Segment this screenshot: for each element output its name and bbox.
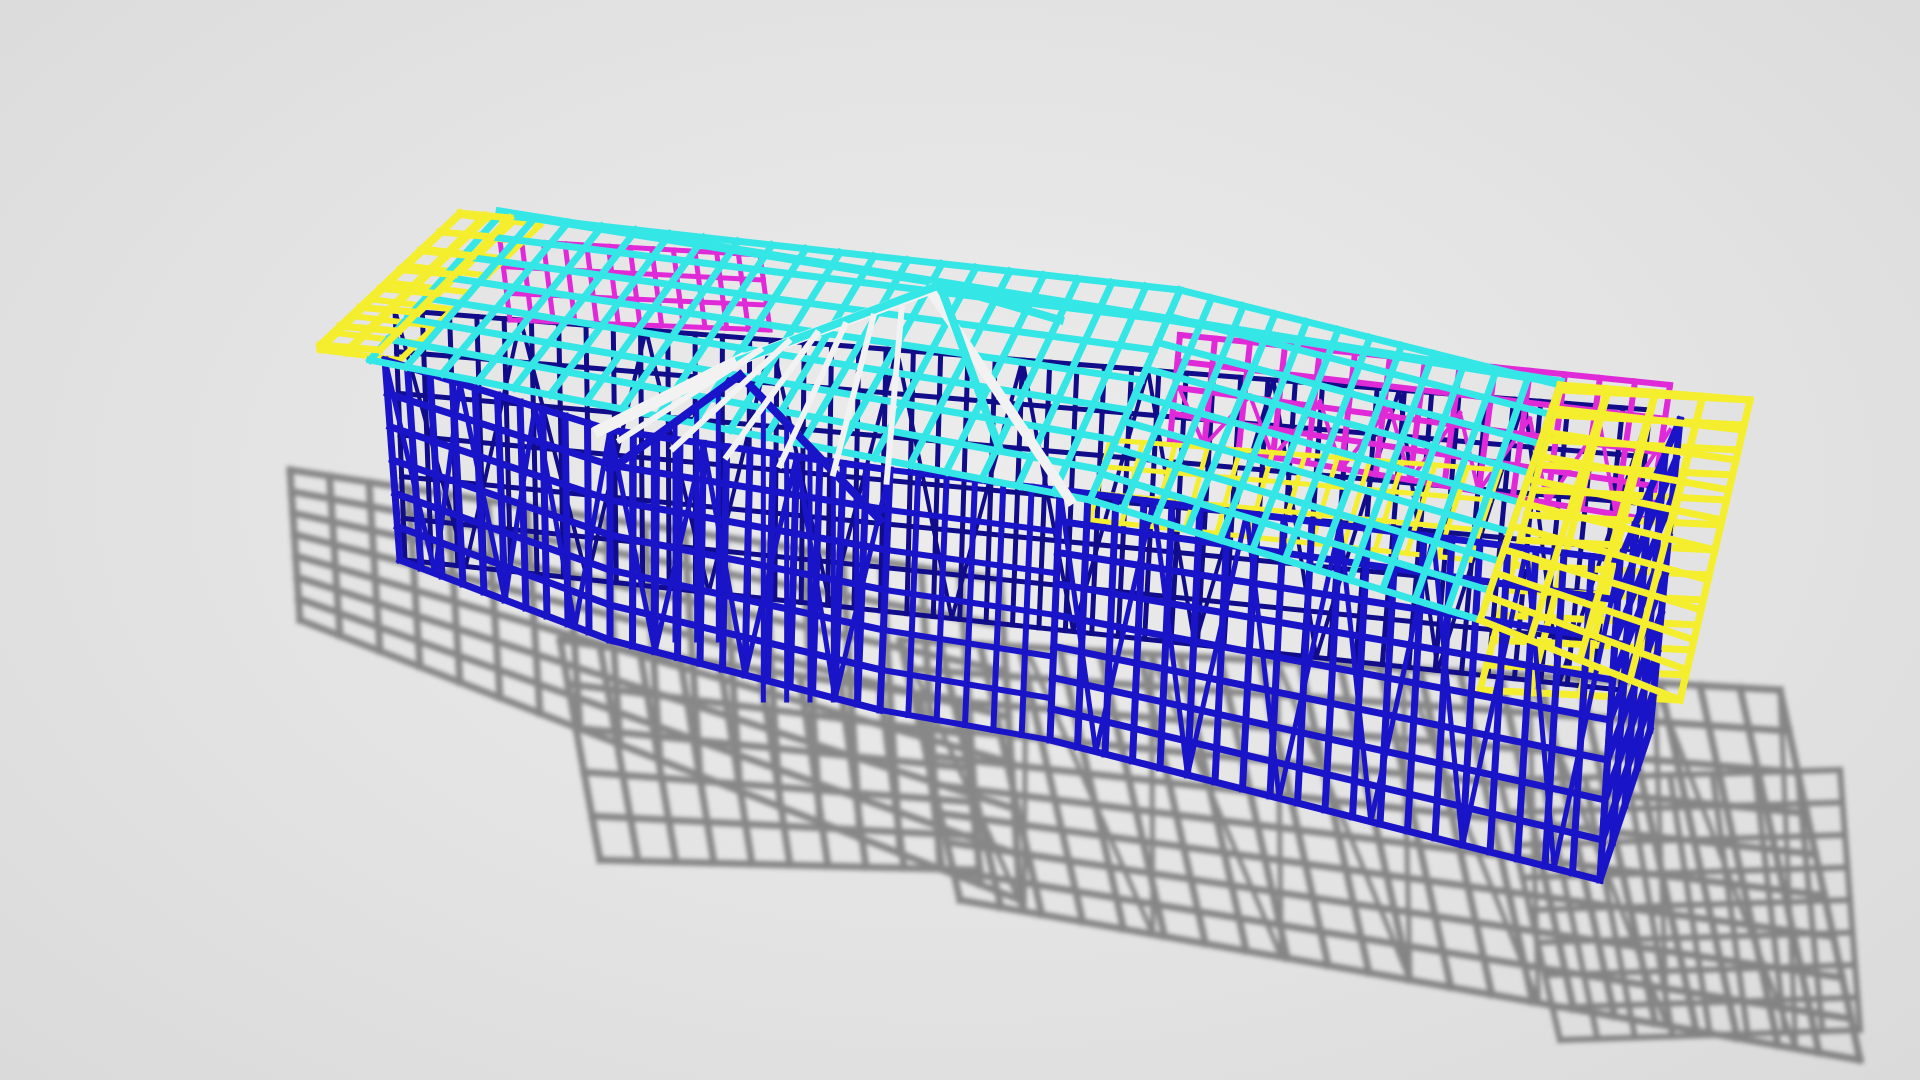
model-viewport[interactable] [0, 0, 1920, 1080]
eave-member [336, 322, 403, 335]
eave-member [416, 246, 477, 260]
steel-frame-house-model[interactable] [0, 0, 1920, 1080]
eave-member [436, 228, 496, 241]
eave-member [356, 303, 421, 317]
eave-member [456, 209, 514, 222]
eave-member [396, 265, 459, 279]
eave-member [376, 284, 440, 298]
eave-member [316, 341, 384, 354]
shadow-grid [1415, 665, 1496, 999]
